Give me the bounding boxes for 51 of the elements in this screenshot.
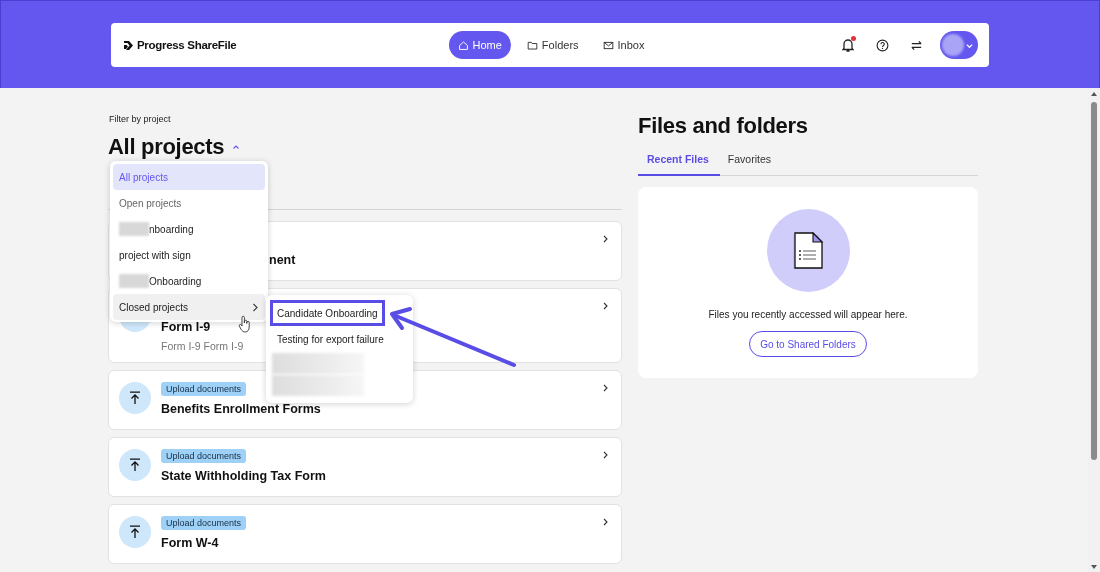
empty-state-message: Files you recently accessed will appear here. [708,309,908,320]
upload-icon [119,382,151,414]
section-title: Files and folders [638,113,809,139]
bell-icon [840,37,856,53]
upload-icon [119,516,151,548]
task-title: State Withholding Tax Form [161,469,326,484]
menu-item[interactable]: All projects [113,164,265,190]
nav-tab[interactable]: Home [448,31,511,59]
filter-label: Filter by project [109,114,172,126]
menu-item[interactable]: project with sign [113,242,265,268]
nav-tab[interactable]: Inbox [594,31,653,59]
mail-icon [602,39,614,51]
task-card[interactable]: Upload documents Form W-4 [108,504,622,564]
home-icon [457,39,469,51]
help-icon [875,38,889,52]
chevron-right-icon [602,235,609,243]
task-type-badge: Upload documents [161,382,247,396]
task-title: Form W-4 [161,536,219,551]
logo-text: Progress ShareFile [137,39,237,51]
menu-item-label: Closed projects [119,301,188,313]
task-type-badge: Upload documents [161,516,247,530]
scroll-down-icon[interactable] [1090,564,1098,570]
task-title: Benefits Enrollment Forms [161,402,321,417]
chevron-right-icon [252,302,259,312]
menu-item[interactable]: Testing for export failure [270,326,391,352]
shared-folders-button[interactable]: Go to Shared Folders [749,331,867,357]
task-card[interactable]: Upload documents State Withholding Tax Form [108,437,622,497]
submenu-item[interactable]: Closed projects [113,294,265,320]
menu-heading: Open projects [118,196,183,211]
nav-tab[interactable]: Folders [518,31,587,59]
task-title: Form I-9 [161,320,211,335]
task-subtitle: Form I-9 Form I-9 [161,340,244,352]
chevron-right-icon [602,518,609,526]
task-title: nent [269,253,296,268]
chevron-right-icon [602,302,609,310]
task-type-badge: Upload documents [161,449,247,463]
tab[interactable]: Favorites [719,149,780,176]
tab[interactable]: Recent Files [638,149,720,176]
logo-icon [123,39,134,51]
caret-up-icon[interactable] [232,144,241,150]
chevron-right-icon [602,451,609,459]
menu-item-label: nboarding [149,223,194,235]
menu-item[interactable]: Candidate Onboarding [270,300,385,326]
account-button[interactable] [940,31,978,59]
scroll-up-icon[interactable] [1090,91,1098,97]
chevron-right-icon [602,384,609,392]
avatar [942,34,964,56]
upload-icon [119,449,151,481]
swap-arrows-icon [909,38,923,52]
folder-icon [526,39,538,51]
project-filter-title: All projects [108,134,225,160]
